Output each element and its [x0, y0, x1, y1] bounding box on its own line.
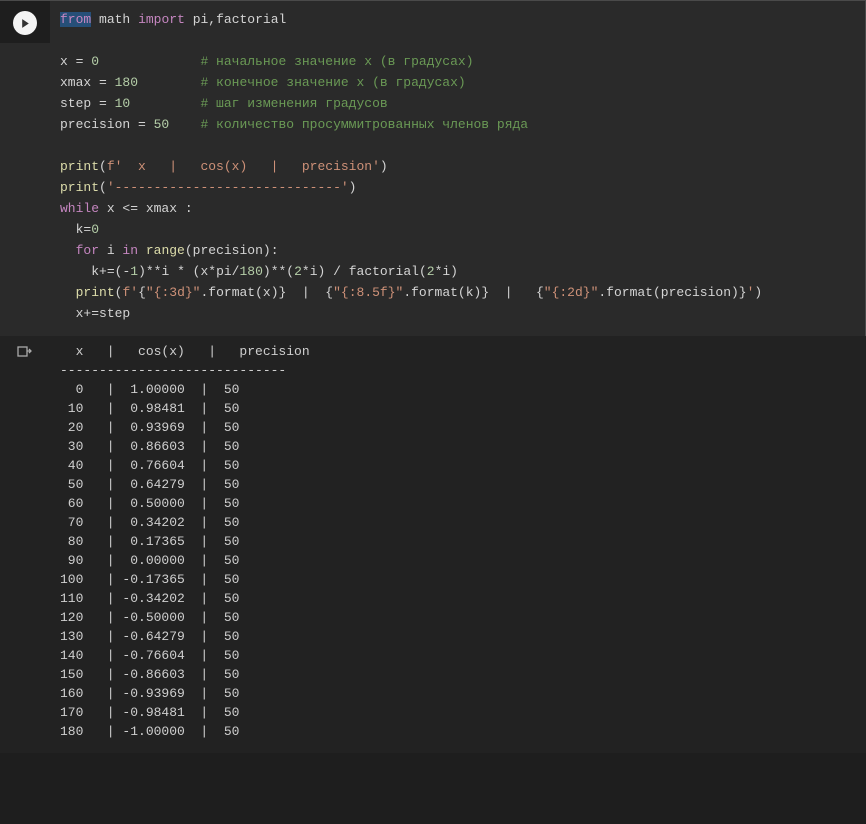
output-line: 150 | -0.86603 | 50 — [60, 667, 239, 682]
output-line: 90 | 0.00000 | 50 — [60, 553, 239, 568]
kw-import: import — [138, 12, 185, 27]
fn-print: print — [60, 180, 99, 195]
comment: # начальное значение x (в градусах) — [200, 54, 473, 69]
kw-in: in — [122, 243, 138, 258]
fn-print: print — [76, 285, 115, 300]
output-line: 10 | 0.98481 | 50 — [60, 401, 239, 416]
output-line: 120 | -0.50000 | 50 — [60, 610, 239, 625]
output-line: 170 | -0.98481 | 50 — [60, 705, 239, 720]
output-line: 130 | -0.64279 | 50 — [60, 629, 239, 644]
output-line: 180 | -1.00000 | 50 — [60, 724, 239, 739]
comment: # шаг изменения градусов — [200, 96, 387, 111]
fn-range: range — [146, 243, 185, 258]
output-line: 20 | 0.93969 | 50 — [60, 420, 239, 435]
output-line: 110 | -0.34202 | 50 — [60, 591, 239, 606]
output-line: 70 | 0.34202 | 50 — [60, 515, 239, 530]
output-line: 50 | 0.64279 | 50 — [60, 477, 239, 492]
code-cell: from math import pi,factorial x = 0 # на… — [0, 0, 866, 336]
code-editor[interactable]: from math import pi,factorial x = 0 # на… — [50, 1, 865, 336]
output-line: 100 | -0.17365 | 50 — [60, 572, 239, 587]
notebook-cell: from math import pi,factorial x = 0 # на… — [0, 0, 866, 753]
output-line: 160 | -0.93969 | 50 — [60, 686, 239, 701]
output-area: x | cos(x) | precision -----------------… — [50, 342, 866, 753]
output-header: x | cos(x) | precision — [60, 344, 310, 359]
output-line: 80 | 0.17365 | 50 — [60, 534, 239, 549]
var-xmax: xmax — [60, 75, 91, 90]
var-precision: precision — [60, 117, 130, 132]
output-line: 40 | 0.76604 | 50 — [60, 458, 239, 473]
output-line: 60 | 0.50000 | 50 — [60, 496, 239, 511]
var-x: x — [60, 54, 68, 69]
collapse-output-icon[interactable] — [16, 344, 34, 362]
play-icon — [20, 18, 31, 29]
output-gutter — [0, 342, 50, 362]
mod-math: math — [99, 12, 130, 27]
output-sep: ----------------------------- — [60, 363, 286, 378]
output-line: 30 | 0.86603 | 50 — [60, 439, 239, 454]
output-line: 140 | -0.76604 | 50 — [60, 648, 239, 663]
kw-for: for — [76, 243, 99, 258]
output-row: x | cos(x) | precision -----------------… — [0, 336, 866, 753]
var-step: step — [60, 96, 91, 111]
run-button[interactable] — [13, 11, 37, 35]
fn-print: print — [60, 159, 99, 174]
run-gutter — [0, 1, 50, 43]
comment: # количество просуммитрованных членов ря… — [200, 117, 528, 132]
kw-from: from — [60, 12, 91, 27]
comment: # конечное значение x (в градусах) — [200, 75, 465, 90]
kw-while: while — [60, 201, 99, 216]
output-line: 0 | 1.00000 | 50 — [60, 382, 239, 397]
import-names: pi,factorial — [193, 12, 287, 27]
